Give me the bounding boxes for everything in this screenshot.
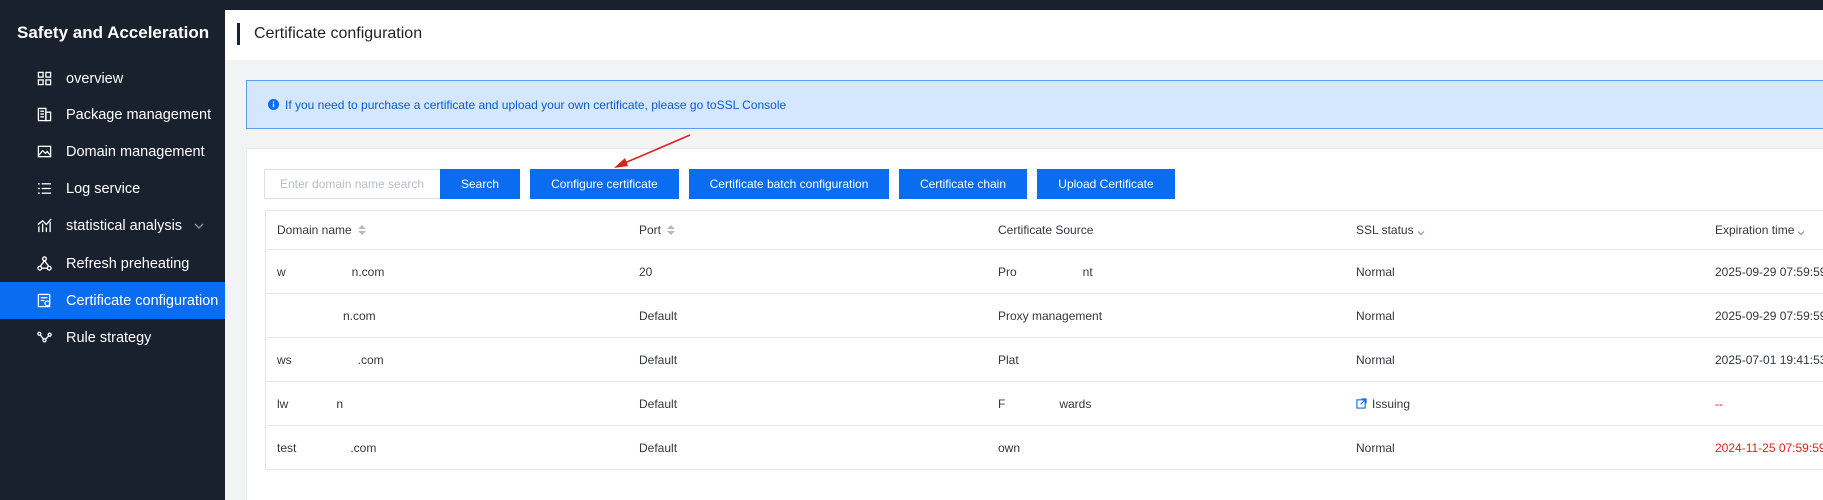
certificate-chain-button[interactable]: Certificate chain: [899, 169, 1027, 199]
page-title: Certificate configuration: [254, 25, 423, 42]
domain-cell: test .com: [277, 440, 377, 455]
upload-certificate-button[interactable]: Upload Certificate: [1037, 169, 1175, 199]
sidebar: Safety and Acceleration overview Package…: [0, 0, 225, 500]
expiration-cell: 2025-07-01 19:41:53: [1715, 352, 1823, 367]
source-cell: F wards: [998, 396, 1092, 411]
search-input[interactable]: [264, 169, 440, 199]
port-cell: Default: [639, 352, 678, 367]
table-row: ws .com Default Plat Normal 2025-07-01 1…: [265, 338, 1823, 382]
list-icon: [36, 181, 52, 197]
expiration-cell: 2024-11-25 07:59:59: [1715, 440, 1823, 455]
sidebar-item-refresh-preheating[interactable]: Refresh preheating: [0, 245, 225, 282]
port-cell: Default: [639, 396, 678, 411]
sidebar-item-package-management[interactable]: Package management: [0, 96, 225, 133]
image-icon: [36, 144, 52, 160]
table-row: n.com Default Proxy management Normal 20…: [265, 294, 1823, 338]
sort-icon[interactable]: [357, 224, 366, 235]
sidebar-item-log-service[interactable]: Log service: [0, 170, 225, 207]
sidebar-item-overview[interactable]: overview: [0, 60, 225, 97]
table-header-row: Domain name Port Certificate Source SSL …: [265, 210, 1823, 250]
column-header-port[interactable]: Port: [639, 223, 676, 237]
sidebar-item-label: statistical analysis: [66, 217, 183, 234]
search-button[interactable]: Search: [440, 169, 520, 199]
domain-cell: n.com: [277, 308, 376, 323]
source-cell: Proxy management: [998, 308, 1103, 323]
sidebar-item-domain-management[interactable]: Domain management: [0, 133, 225, 170]
top-navbar: [225, 0, 1823, 10]
title-accent-bar: [237, 23, 240, 45]
source-cell: Plat: [998, 352, 1067, 367]
source-cell: Pro nt: [998, 264, 1093, 279]
port-cell: Default: [639, 440, 678, 455]
nodes-icon: [36, 330, 52, 346]
grid-icon: [36, 71, 52, 87]
sidebar-item-label: Certificate configuration: [66, 292, 219, 309]
sidebar-item-certificate-configuration[interactable]: Certificate configuration: [0, 282, 225, 319]
filter-caret-icon[interactable]: [1797, 226, 1805, 235]
ssl-status-cell: Normal: [1356, 440, 1395, 455]
info-icon: [268, 99, 279, 110]
sidebar-item-statistical-analysis[interactable]: statistical analysis: [0, 207, 225, 244]
domain-cell: ws .com: [277, 352, 384, 367]
table-row: lw n Default F wards Issuing --: [265, 382, 1823, 426]
building-icon: [36, 107, 52, 123]
ssl-status-cell: Normal: [1356, 264, 1395, 279]
ssl-status-cell[interactable]: Issuing: [1356, 397, 1410, 411]
domain-cell: w n.com: [277, 264, 385, 279]
expiration-cell: 2025-09-29 07:59:59: [1715, 308, 1823, 323]
sidebar-item-label: overview: [66, 70, 124, 87]
tree-icon: [36, 256, 52, 272]
port-cell: Default: [639, 308, 678, 323]
table-row: test .com Default own Normal 2024-11-25 …: [265, 426, 1823, 470]
configure-certificate-button[interactable]: Configure certificate: [530, 169, 679, 199]
sidebar-item-rule-strategy[interactable]: Rule strategy: [0, 319, 225, 356]
sidebar-title: Safety and Acceleration: [17, 23, 210, 42]
table-row: w n.com 20 Pro nt Normal 2025-09-29 07:5…: [265, 250, 1823, 294]
chart-icon: [36, 218, 52, 234]
chevron-down-icon[interactable]: [194, 221, 204, 231]
domain-cell: lw n: [277, 396, 344, 411]
port-cell: 20: [639, 264, 653, 279]
ssl-status-cell: Normal: [1356, 308, 1395, 323]
sidebar-item-label: Rule strategy: [66, 329, 152, 346]
filter-caret-icon[interactable]: [1417, 226, 1425, 235]
certificate-batch-configuration-button[interactable]: Certificate batch configuration: [689, 169, 889, 199]
expiration-cell: 2025-09-29 07:59:59: [1715, 264, 1823, 279]
sidebar-item-label: Domain management: [66, 143, 205, 160]
info-notice: If you need to purchase a certificate an…: [246, 80, 1823, 129]
page-header: Certificate configuration: [225, 10, 1823, 60]
expiration-cell: --: [1715, 396, 1723, 411]
external-link-icon[interactable]: [1356, 397, 1367, 409]
ssl-status-cell: Normal: [1356, 352, 1395, 367]
source-cell: own: [998, 440, 1021, 455]
column-header-ssl-status[interactable]: SSL status: [1356, 223, 1425, 237]
sidebar-item-label: Log service: [66, 180, 141, 197]
column-header-domain[interactable]: Domain name: [277, 223, 366, 237]
sidebar-item-label: Refresh preheating: [66, 255, 190, 272]
sort-icon[interactable]: [667, 224, 676, 235]
column-header-expiration[interactable]: Expiration time: [1715, 223, 1805, 237]
certificate-icon: [36, 293, 52, 309]
column-header-source: Certificate Source: [998, 222, 1094, 237]
annotation-arrow: [614, 134, 691, 168]
sidebar-item-label: Package management: [66, 106, 212, 123]
notice-text[interactable]: If you need to purchase a certificate an…: [285, 98, 786, 112]
